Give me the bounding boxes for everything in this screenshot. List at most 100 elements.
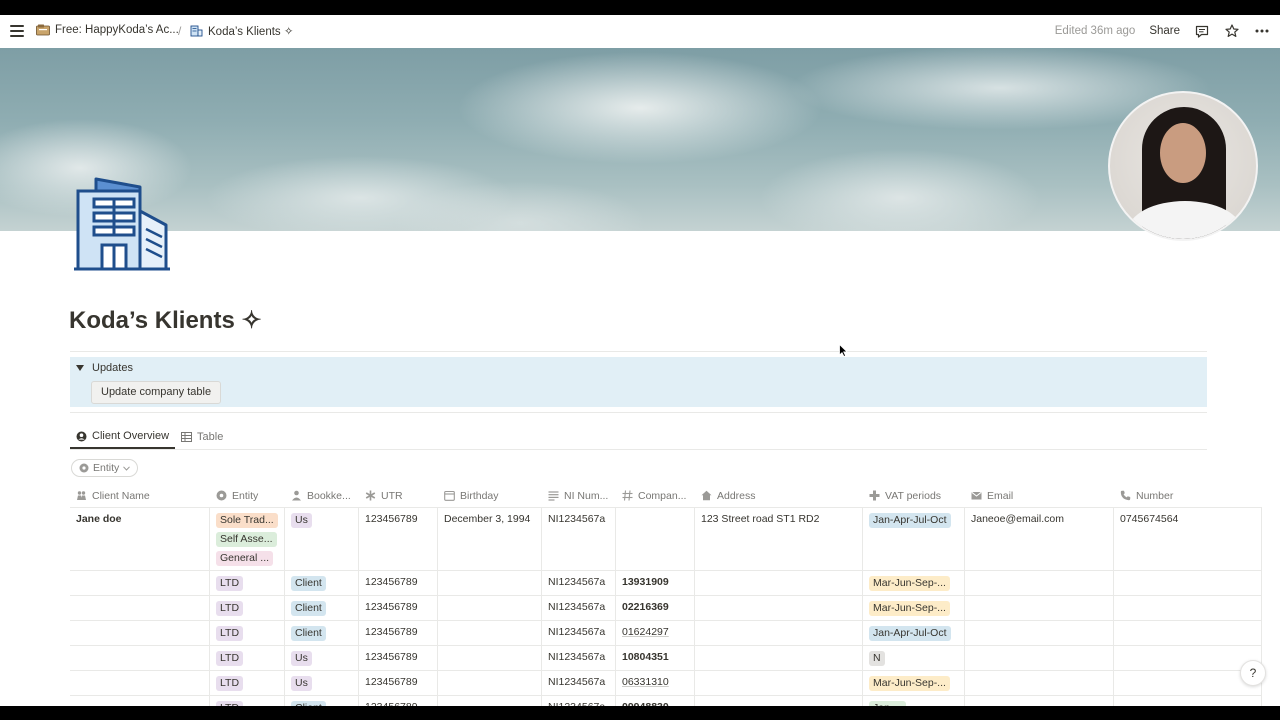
cell-ni[interactable]: NI1234567a <box>542 596 616 620</box>
cell-vat[interactable]: N <box>863 646 965 670</box>
tab-table[interactable]: Table <box>175 425 229 449</box>
cell-entity[interactable]: LTD <box>210 646 285 670</box>
cell-name[interactable] <box>70 696 210 706</box>
cell-address[interactable]: 123 Street road ST1 RD2 <box>695 508 863 570</box>
column-header-name[interactable]: Client Name <box>70 484 210 507</box>
cell-entity[interactable]: LTD <box>210 571 285 595</box>
cell-bookkeeper[interactable]: Client <box>285 596 359 620</box>
cell-name[interactable] <box>70 671 210 695</box>
table-row[interactable]: LTD Client 123456789 NI1234567a 13931909 Mar-… <box>70 571 1262 596</box>
cell-email[interactable] <box>965 646 1114 670</box>
cell-company[interactable] <box>616 508 695 570</box>
cell-birthday[interactable] <box>438 696 542 706</box>
cell-name[interactable]: Jane doe <box>70 508 210 570</box>
table-row[interactable]: LTD Us 123456789 NI1234567a 06331310 Mar-Jun-… <box>70 671 1262 696</box>
cell-utr[interactable]: 123456789 <box>359 571 438 595</box>
cell-vat[interactable]: Mar-Jun-Sep-... <box>863 596 965 620</box>
column-header-bookkeeper[interactable]: Bookke... <box>285 484 359 507</box>
cell-address[interactable] <box>695 571 863 595</box>
cell-address[interactable] <box>695 696 863 706</box>
hamburger-menu-icon[interactable] <box>10 25 24 37</box>
cell-utr[interactable]: 123456789 <box>359 508 438 570</box>
tab-client-overview[interactable]: Client Overview <box>70 425 176 449</box>
cell-birthday[interactable]: December 3, 1994 <box>438 508 542 570</box>
cell-utr[interactable]: 123456789 <box>359 696 438 706</box>
cell-email[interactable] <box>965 596 1114 620</box>
cell-bookkeeper[interactable]: Client <box>285 571 359 595</box>
entity-filter-chip[interactable]: Entity <box>71 459 139 477</box>
cell-entity[interactable]: LTD <box>210 671 285 695</box>
column-header-ni[interactable]: NI Num... <box>542 484 616 507</box>
cell-ni[interactable]: NI1234567a <box>542 696 616 706</box>
cell-company[interactable]: 01624297 <box>616 621 695 645</box>
cell-number[interactable] <box>1114 696 1262 706</box>
cell-email[interactable] <box>965 571 1114 595</box>
table-row[interactable]: LTD Client 123456789 NI1234567a 01624297 Jan-… <box>70 621 1262 646</box>
cell-number[interactable]: 0745674564 <box>1114 508 1262 570</box>
table-row[interactable]: Jane doe Sole Trad... Self Asse... General … <box>70 508 1262 571</box>
cell-utr[interactable]: 123456789 <box>359 646 438 670</box>
cell-company[interactable]: 10804351 <box>616 646 695 670</box>
column-header-utr[interactable]: UTR <box>359 484 438 507</box>
cell-ni[interactable]: NI1234567a <box>542 571 616 595</box>
cell-number[interactable] <box>1114 646 1262 670</box>
cell-entity[interactable]: LTD <box>210 621 285 645</box>
cell-utr[interactable]: 123456789 <box>359 621 438 645</box>
cell-ni[interactable]: NI1234567a <box>542 508 616 570</box>
table-row[interactable]: LTD Client 123456789 NI1234567a 02216369 Mar-… <box>70 596 1262 621</box>
cell-birthday[interactable] <box>438 571 542 595</box>
cell-entity[interactable]: LTD <box>210 596 285 620</box>
cell-entity[interactable]: Sole Trad... Self Asse... General ... <box>210 508 285 570</box>
cell-birthday[interactable] <box>438 621 542 645</box>
cell-vat[interactable]: Mar-Jun-Sep-... <box>863 571 965 595</box>
column-header-company[interactable]: Compan... <box>616 484 695 507</box>
cell-company[interactable]: 02216369 <box>616 596 695 620</box>
cell-name[interactable] <box>70 621 210 645</box>
cell-company[interactable]: 06331310 <box>616 671 695 695</box>
cell-utr[interactable]: 123456789 <box>359 596 438 620</box>
cell-name[interactable] <box>70 646 210 670</box>
cell-number[interactable] <box>1114 571 1262 595</box>
cell-company[interactable]: 09948830 <box>616 696 695 706</box>
cell-address[interactable] <box>695 621 863 645</box>
more-options-icon[interactable] <box>1254 23 1270 39</box>
cell-address[interactable] <box>695 596 863 620</box>
column-header-birthday[interactable]: Birthday <box>438 484 542 507</box>
cell-ni[interactable]: NI1234567a <box>542 621 616 645</box>
cell-vat[interactable]: Jan-... <box>863 696 965 706</box>
cell-birthday[interactable] <box>438 596 542 620</box>
cell-bookkeeper[interactable]: Client <box>285 621 359 645</box>
cell-bookkeeper[interactable]: Client <box>285 696 359 706</box>
cell-email[interactable] <box>965 696 1114 706</box>
breadcrumb-parent[interactable]: Free: HappyKoda’s Ac... <box>36 24 179 36</box>
cell-number[interactable] <box>1114 596 1262 620</box>
cell-number[interactable] <box>1114 621 1262 645</box>
column-header-number[interactable]: Number <box>1114 484 1262 507</box>
column-header-vat[interactable]: VAT periods <box>863 484 965 507</box>
breadcrumb-current[interactable]: Koda’s Klients ✧ <box>189 24 294 38</box>
cell-name[interactable] <box>70 596 210 620</box>
cell-birthday[interactable] <box>438 646 542 670</box>
column-header-email[interactable]: Email <box>965 484 1114 507</box>
table-row[interactable]: LTD Us 123456789 NI1234567a 10804351 N <box>70 646 1262 671</box>
cell-birthday[interactable] <box>438 671 542 695</box>
share-button[interactable]: Share <box>1149 25 1180 37</box>
cell-entity[interactable]: LTD <box>210 696 285 706</box>
cell-address[interactable] <box>695 646 863 670</box>
cell-bookkeeper[interactable]: Us <box>285 646 359 670</box>
cell-vat[interactable]: Mar-Jun-Sep-... <box>863 671 965 695</box>
comments-icon[interactable] <box>1194 23 1210 39</box>
cell-vat[interactable]: Jan-Apr-Jul-Oct <box>863 621 965 645</box>
column-header-address[interactable]: Address <box>695 484 863 507</box>
cell-address[interactable] <box>695 671 863 695</box>
cell-company[interactable]: 13931909 <box>616 571 695 595</box>
column-header-entity[interactable]: Entity <box>210 484 285 507</box>
cell-utr[interactable]: 123456789 <box>359 671 438 695</box>
table-row[interactable]: LTDClient123456789 NI1234567a09948830 Jan-… <box>70 696 1262 706</box>
cell-email[interactable]: Janeoe@email.com <box>965 508 1114 570</box>
cell-name[interactable] <box>70 571 210 595</box>
cell-email[interactable] <box>965 621 1114 645</box>
cell-ni[interactable]: NI1234567a <box>542 646 616 670</box>
favorite-star-icon[interactable] <box>1224 23 1240 39</box>
cell-ni[interactable]: NI1234567a <box>542 671 616 695</box>
